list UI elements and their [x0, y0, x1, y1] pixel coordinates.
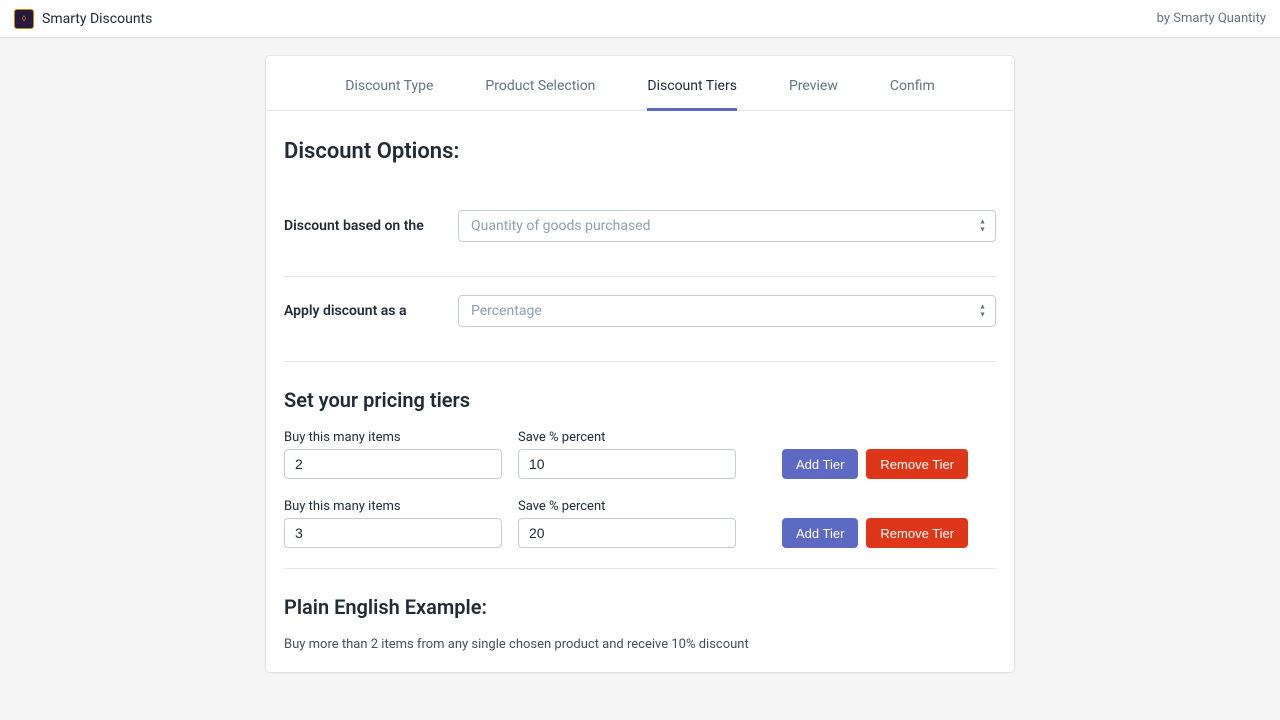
tab-discount-tiers[interactable]: Discount Tiers: [647, 78, 737, 110]
apply-label: Apply discount as a: [284, 303, 458, 319]
card: Discount Type Product Selection Discount…: [266, 56, 1014, 672]
remove-tier-button[interactable]: Remove Tier: [866, 449, 968, 479]
topbar: ⬨ Smarty Discounts by Smarty Quantity: [0, 0, 1280, 38]
field-buy: Buy this many items: [284, 430, 502, 479]
basis-label: Discount based on the: [284, 218, 458, 234]
app-title: Smarty Discounts: [42, 11, 152, 27]
chevron-updown-icon: ▲▼: [979, 304, 986, 319]
field-save: Save % percent: [518, 430, 736, 479]
tab-discount-type[interactable]: Discount Type: [345, 78, 433, 110]
topbar-left: ⬨ Smarty Discounts: [14, 9, 152, 29]
section-options: Discount Options: Discount based on the …: [266, 139, 1014, 652]
save-label: Save % percent: [518, 430, 736, 445]
tier-row: Buy this many items Save % percent Add T…: [284, 499, 996, 548]
row-apply: Apply discount as a Percentage ▲▼: [284, 277, 996, 345]
apply-select[interactable]: Percentage: [458, 295, 996, 327]
tier-buttons: Add Tier Remove Tier: [782, 518, 968, 548]
save-input[interactable]: [518, 449, 736, 479]
divider: [284, 568, 996, 569]
tier-buttons: Add Tier Remove Tier: [782, 449, 968, 479]
chevron-updown-icon: ▲▼: [979, 219, 986, 234]
row-basis: Discount based on the Quantity of goods …: [284, 192, 996, 260]
app-icon: ⬨: [14, 9, 34, 29]
buy-input[interactable]: [284, 518, 502, 548]
basis-select-wrap: Quantity of goods purchased ▲▼: [458, 210, 996, 242]
buy-input[interactable]: [284, 449, 502, 479]
tiers-heading: Set your pricing tiers: [284, 388, 996, 412]
tab-preview[interactable]: Preview: [789, 78, 838, 110]
field-buy: Buy this many items: [284, 499, 502, 548]
buy-label: Buy this many items: [284, 499, 502, 514]
field-save: Save % percent: [518, 499, 736, 548]
divider: [284, 361, 996, 362]
add-tier-button[interactable]: Add Tier: [782, 518, 858, 548]
tab-confirm[interactable]: Confim: [890, 78, 935, 110]
tabs: Discount Type Product Selection Discount…: [266, 56, 1014, 111]
apply-select-wrap: Percentage ▲▼: [458, 295, 996, 327]
byline: by Smarty Quantity: [1157, 11, 1266, 26]
options-heading: Discount Options:: [284, 139, 996, 164]
example-heading: Plain English Example:: [284, 595, 996, 619]
tab-product-selection[interactable]: Product Selection: [485, 78, 595, 110]
save-label: Save % percent: [518, 499, 736, 514]
add-tier-button[interactable]: Add Tier: [782, 449, 858, 479]
basis-select[interactable]: Quantity of goods purchased: [458, 210, 996, 242]
tier-row: Buy this many items Save % percent Add T…: [284, 430, 996, 479]
example-text: Buy more than 2 items from any single ch…: [284, 637, 996, 652]
save-input[interactable]: [518, 518, 736, 548]
buy-label: Buy this many items: [284, 430, 502, 445]
remove-tier-button[interactable]: Remove Tier: [866, 518, 968, 548]
